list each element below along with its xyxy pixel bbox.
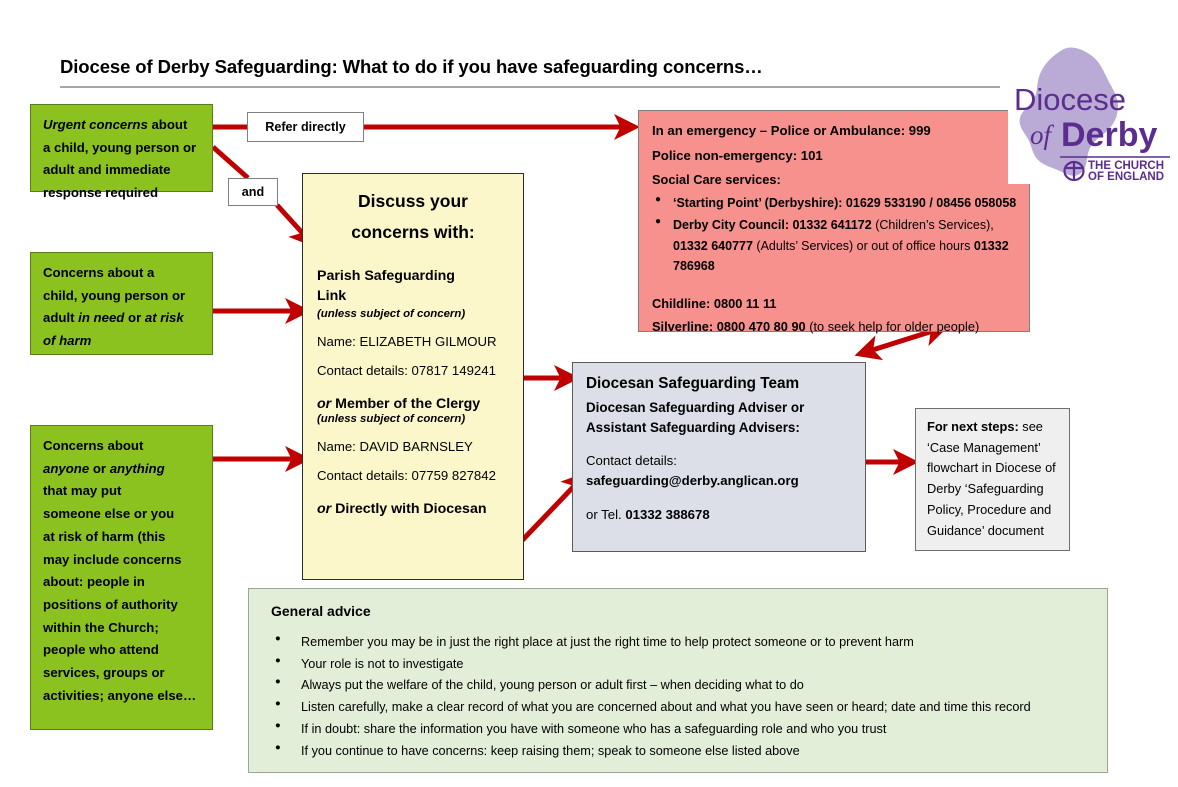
and-text: and (241, 185, 265, 199)
parish-link-name: Name: ELIZABETH GILMOUR (317, 333, 497, 349)
logo-graphic: Diocese of Derby THE CHURCH OF ENGLAND (1014, 47, 1170, 183)
parish-link-title: Parish Safeguarding Link (317, 268, 455, 305)
box-discuss-your-concerns: Discuss your concerns with: Parish Safeg… (302, 173, 524, 580)
box-concerns-in-need: Concerns about a child, young person or … (30, 252, 213, 355)
logo-word-derby: Derby (1061, 116, 1157, 154)
list-item: Listen carefully, make a clear record of… (265, 697, 1091, 718)
list-item: Derby City Council: 01332 641172 (Childr… (652, 214, 1017, 277)
label-and: and (228, 178, 278, 206)
box-general-advice: General advice Remember you may be in ju… (248, 588, 1108, 773)
discuss-heading-line2: concerns with: (351, 222, 475, 243)
next-steps-body: see ‘Case Management’ flowchart in Dioce… (927, 419, 1056, 538)
social-care-heading: Social Care services: (652, 172, 781, 188)
clergy-contact: Contact details: 07759 827842 (317, 467, 496, 483)
parish-link-note: (unless subject of concern) (317, 307, 466, 320)
list-item: Always put the welfare of the child, you… (265, 675, 1091, 696)
emergency-line: In an emergency – Police or Ambulance: 9… (652, 123, 931, 138)
list-item: Remember you may be in just the right pl… (265, 632, 1091, 653)
childline-line: Childline: 0800 11 11 (652, 295, 777, 311)
diocesan-title: Diocesan Safeguarding Team (586, 375, 800, 392)
box-next-steps: For next steps: see ‘Case Management’ fl… (915, 408, 1070, 551)
diocesan-telephone: or Tel. 01332 388678 (586, 506, 710, 522)
clergy-title: or Member of the Clergy (317, 395, 481, 412)
list-item: ‘Starting Point’ (Derbyshire): 01629 533… (652, 192, 1017, 214)
logo-word-diocese: Diocese (1014, 82, 1126, 117)
diocesan-subtitle: Diocesan Safeguarding Adviser or Assista… (586, 399, 805, 435)
next-steps-heading: For next steps: (927, 419, 1019, 434)
discuss-heading-line1: Discuss your (358, 191, 468, 211)
silverline-line: Silverline: 0800 470 80 90 (to seek help… (652, 318, 980, 334)
logo-church-line2: OF ENGLAND (1088, 171, 1164, 183)
list-item: If you continue to have concerns: keep r… (265, 741, 1091, 762)
flowchart-page: Diocese of Derby Safeguarding: What to d… (0, 0, 1178, 787)
box-urgent-concerns: Urgent concerns about a child, young per… (30, 104, 213, 200)
refer-directly-text: Refer directly (265, 120, 346, 134)
diocese-of-derby-logo: Diocese of Derby THE CHURCH OF ENGLAND (1008, 44, 1174, 184)
title-divider (60, 86, 1000, 88)
clergy-name: Name: DAVID BARNSLEY (317, 438, 473, 454)
social-care-list: ‘Starting Point’ (Derbyshire): 01629 533… (652, 192, 1017, 277)
general-advice-list: Remember you may be in just the right pl… (265, 632, 1091, 762)
list-item: Your role is not to investigate (265, 654, 1091, 675)
general-advice-heading: General advice (271, 603, 371, 619)
list-item: If in doubt: share the information you h… (265, 719, 1091, 740)
concerns-in-need-text: Concerns about a child, young person or … (43, 265, 186, 349)
box-diocesan-safeguarding-team: Diocesan Safeguarding Team Diocesan Safe… (572, 362, 866, 552)
concerns-anyone-text: Concerns about anyone or anything that m… (43, 438, 197, 703)
logo-word-of: of (1030, 120, 1055, 150)
diocesan-email: safeguarding@derby.anglican.org (586, 473, 799, 489)
label-refer-directly: Refer directly (247, 112, 364, 142)
urgent-concerns-text: Urgent concerns about a child, young per… (43, 117, 197, 201)
clergy-note: (unless subject of concern) (317, 412, 466, 425)
diocesan-contact-label: Contact details: (586, 452, 677, 468)
police-non-emergency-line: Police non-emergency: 101 (652, 147, 823, 163)
directly-with-diocesan: or Directly with Diocesan (317, 500, 487, 517)
box-concerns-anyone: Concerns about anyone or anything that m… (30, 425, 213, 730)
page-title: Diocese of Derby Safeguarding: What to d… (60, 56, 763, 77)
parish-link-contact: Contact details: 07817 149241 (317, 362, 496, 378)
box-emergency-contacts: In an emergency – Police or Ambulance: 9… (638, 110, 1030, 334)
